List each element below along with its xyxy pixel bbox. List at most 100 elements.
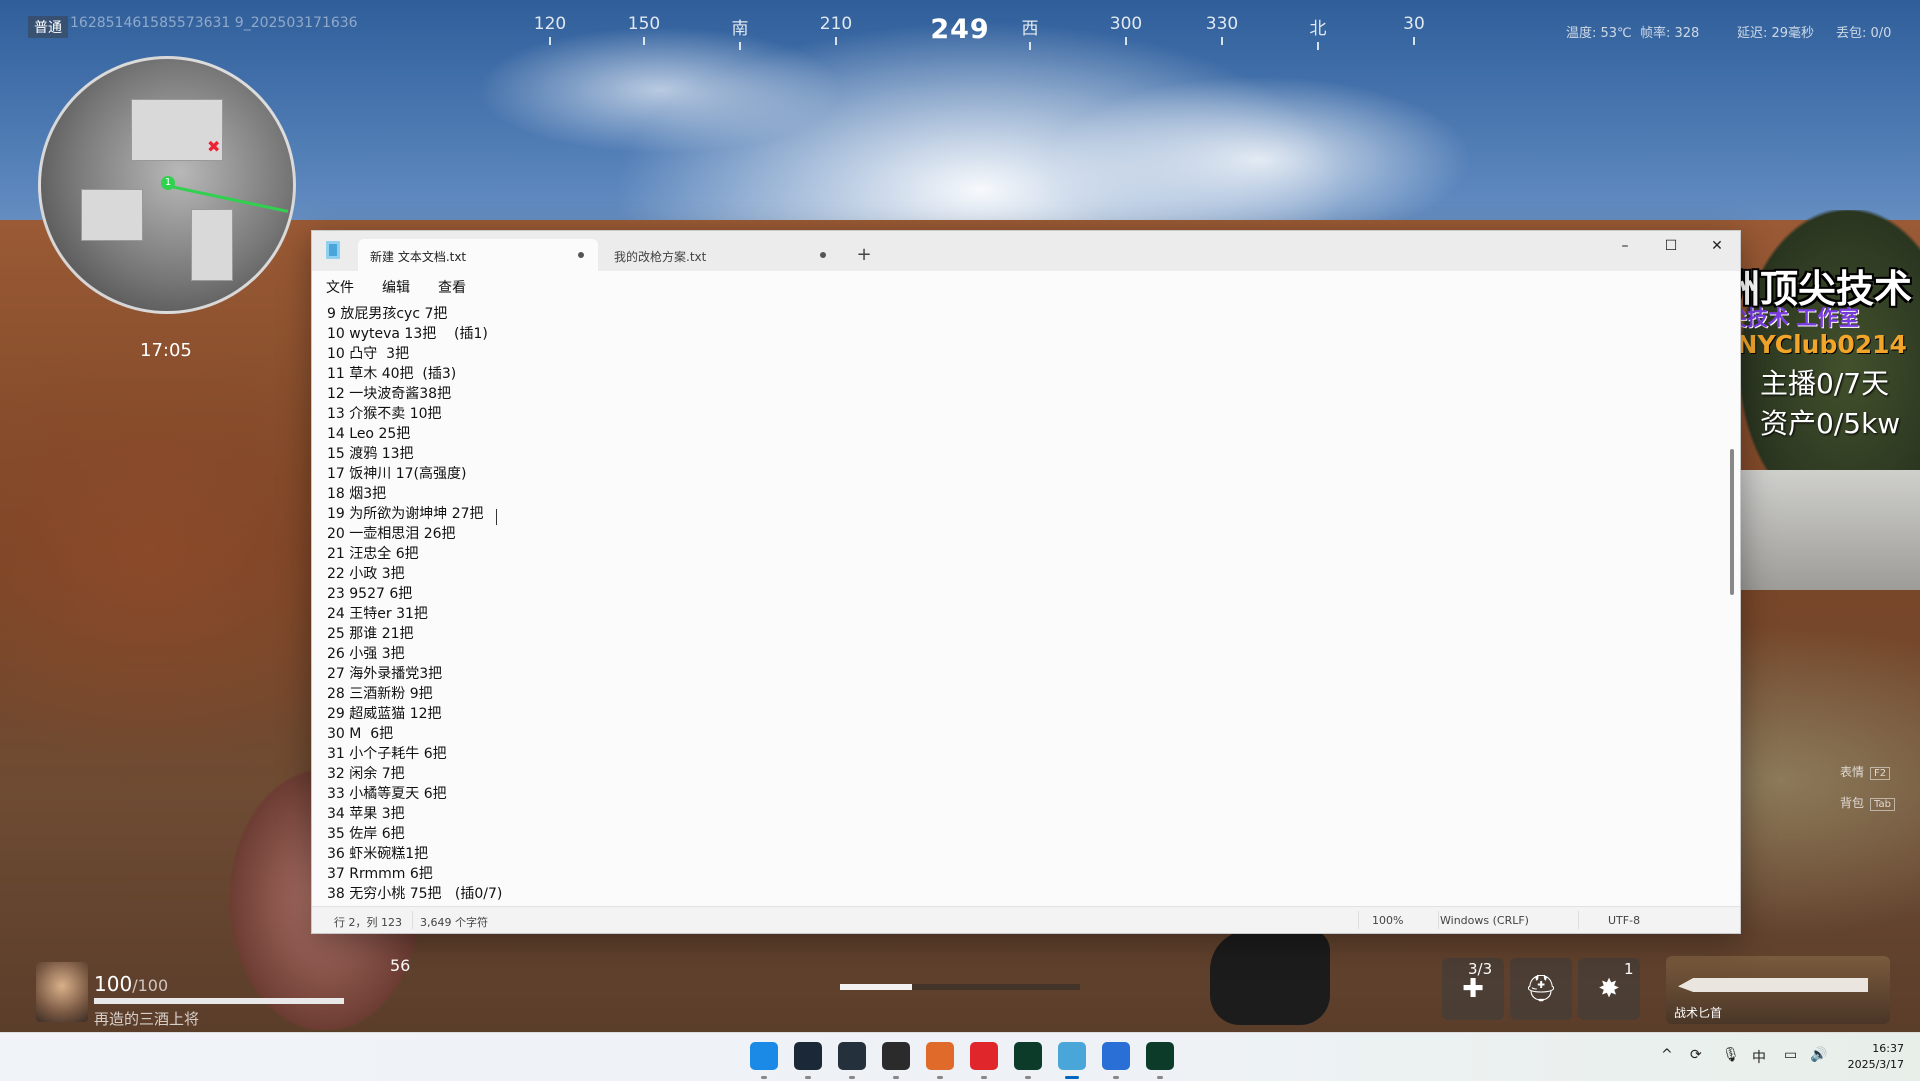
helmet-icon: ⛑ (1524, 974, 1558, 1004)
notepad-icon (326, 241, 340, 259)
editor-line: 27 海外录播党3把 (327, 666, 443, 682)
editor-line: 23 9527 6把 (327, 586, 413, 602)
menu-file[interactable]: 文件 (326, 277, 354, 297)
unsaved-dot-icon[interactable] (578, 252, 584, 258)
compass-tick: 300 (1096, 14, 1156, 45)
ammo-count: 56 (390, 956, 411, 975)
melee-weapon-slot[interactable]: 战术匕首 (1666, 956, 1890, 1024)
menu-edit[interactable]: 编辑 (382, 277, 410, 297)
new-tab-button[interactable]: + (850, 241, 878, 269)
clock-time: 16:37 (1872, 1042, 1904, 1055)
stream-overlay-line: 主播0/7天 (1760, 367, 1890, 400)
system-clock[interactable]: 16:37 2025/3/17 (1848, 1041, 1904, 1073)
game-launcher-icon[interactable] (838, 1042, 866, 1079)
editor-line: 33 小橘等夏天 6把 (327, 786, 447, 802)
netease-music-icon[interactable] (970, 1042, 998, 1079)
medkit-count: 3/3 (1468, 960, 1493, 978)
editor-line: 13 介猴不卖 10把 (327, 406, 442, 422)
throwable-count: 1 (1624, 960, 1634, 978)
minimap[interactable]: 1 ✖ (38, 56, 296, 314)
input-method-indicator[interactable]: 中 (1752, 1047, 1766, 1067)
accelerator-icon[interactable] (1102, 1042, 1130, 1079)
helmet-slot[interactable]: ⛑ (1510, 958, 1572, 1020)
player-weapon-model (1210, 930, 1330, 1025)
network-icon[interactable]: ▭ (1784, 1047, 1797, 1063)
line-ending[interactable]: Windows (CRLF) (1440, 914, 1529, 927)
notepad-icon[interactable] (1058, 1042, 1086, 1079)
player-health: 100/100 (94, 972, 168, 996)
compass-tick: 120 (520, 14, 580, 45)
stat-packet-loss: 丢包: 0/0 (1836, 26, 1892, 41)
vertical-scrollbar[interactable] (1726, 299, 1738, 907)
hotkey-emote[interactable]: 表情 F2 (1840, 763, 1891, 780)
windows-taskbar: ^ ⟳ 🎙 中 ▭ 🔊 16:37 2025/3/17 (0, 1032, 1920, 1081)
running-indicator (761, 1076, 767, 1079)
app-orange-icon[interactable] (926, 1042, 954, 1079)
minimap-squad-marker: 1 (161, 176, 175, 190)
notepad-window[interactable]: 新建 文本文档.txt 我的改枪方案.txt + – ☐ ✕ 文件 编辑 查看 … (311, 230, 1741, 934)
ammo-bar (840, 984, 1080, 990)
session-id: 162851461585573631 9_202503171636 (70, 15, 358, 31)
status-divider (1358, 911, 1359, 929)
editor-line: 9 放屁男孩cyc 7把 (327, 306, 448, 322)
media-player-icon[interactable] (882, 1042, 910, 1079)
editor-line: 36 虾米碗糕1把 (327, 846, 429, 862)
editor-line: 17 饭神川 17(高强度) (327, 466, 467, 482)
text-editor[interactable]: 9 放屁男孩cyc 7把 10 wyteva 13把 (插1) 10 凸守 3把 11… (312, 299, 1722, 907)
ammo-bar-fill (840, 984, 912, 990)
stat-temperature: 温度: 53℃ (1566, 26, 1632, 41)
compass-tick: 210 (806, 14, 866, 45)
match-timer: 17:05 (140, 340, 192, 361)
minimap-objective-icon: ✖ (207, 137, 221, 156)
minimize-button[interactable]: – (1602, 231, 1648, 261)
running-indicator (1025, 1076, 1031, 1079)
editor-line: 38 无穷小桃 75把 (插0/7) (327, 886, 503, 902)
tab-label: 新建 文本文档.txt (370, 250, 467, 264)
running-indicator (849, 1076, 855, 1079)
scrollbar-thumb[interactable] (1730, 449, 1734, 595)
tab-gun-mod-plan[interactable]: 我的改枪方案.txt (602, 239, 840, 271)
volume-icon[interactable]: 🔊 (1810, 1047, 1827, 1063)
compass-tick: 北 (1288, 14, 1348, 50)
stat-latency: 延迟: 29毫秒 (1737, 26, 1815, 41)
editor-line: 11 草木 40把 (插3) (327, 366, 457, 382)
zoom-level[interactable]: 100% (1372, 914, 1403, 927)
editor-line: 20 一壶相思泪 26把 (327, 526, 456, 542)
compass-tick: 南 (710, 14, 770, 50)
hotkey-label: 表情 (1840, 765, 1865, 779)
running-indicator (1157, 1076, 1163, 1079)
microphone-icon[interactable]: 🎙 (1722, 1047, 1740, 1063)
maximize-button[interactable]: ☐ (1648, 231, 1694, 261)
running-indicator (1113, 1076, 1119, 1079)
stream-overlay-line: 资产0/5kw (1760, 407, 1901, 440)
menu-view[interactable]: 查看 (438, 277, 466, 297)
editor-line: 35 佐岸 6把 (327, 826, 405, 842)
running-indicator (893, 1076, 899, 1079)
hotkey-key: F2 (1870, 767, 1891, 780)
editor-line: 18 烟3把 (327, 486, 387, 502)
steam-icon[interactable] (794, 1042, 822, 1079)
delta-force-icon-2[interactable] (1146, 1042, 1174, 1079)
editor-line: 19 为所欲为谢坤坤 27把 (327, 506, 484, 522)
running-indicator (805, 1076, 811, 1079)
compass-tick: 330 (1192, 14, 1252, 45)
character-count: 3,649 个字符 (420, 916, 488, 929)
unsaved-dot-icon[interactable] (820, 252, 826, 258)
hotkey-label: 背包 (1840, 796, 1865, 810)
sync-icon[interactable]: ⟳ (1690, 1047, 1702, 1063)
hotkey-backpack[interactable]: 背包 Tab (1840, 794, 1895, 811)
editor-line: 21 汪忠全 6把 (327, 546, 419, 562)
editor-line: 10 wyteva 13把 (插1) (327, 326, 488, 342)
player-name: 再造的三酒上将 (94, 1010, 200, 1028)
encoding[interactable]: UTF-8 (1608, 914, 1640, 927)
editor-line: 31 小个子耗牛 6把 (327, 746, 447, 762)
player-avatar (36, 962, 88, 1022)
windows-start-icon[interactable] (750, 1042, 778, 1079)
tab-new-text-document[interactable]: 新建 文本文档.txt (358, 239, 598, 271)
editor-line: 10 凸守 3把 (327, 346, 410, 362)
show-hidden-icons-chevron-icon[interactable]: ^ (1661, 1047, 1673, 1063)
knife-icon (1678, 978, 1868, 992)
close-button[interactable]: ✕ (1694, 231, 1740, 261)
title-bar[interactable]: 新建 文本文档.txt 我的改枪方案.txt + – ☐ ✕ (312, 231, 1740, 271)
delta-force-icon[interactable] (1014, 1042, 1042, 1079)
